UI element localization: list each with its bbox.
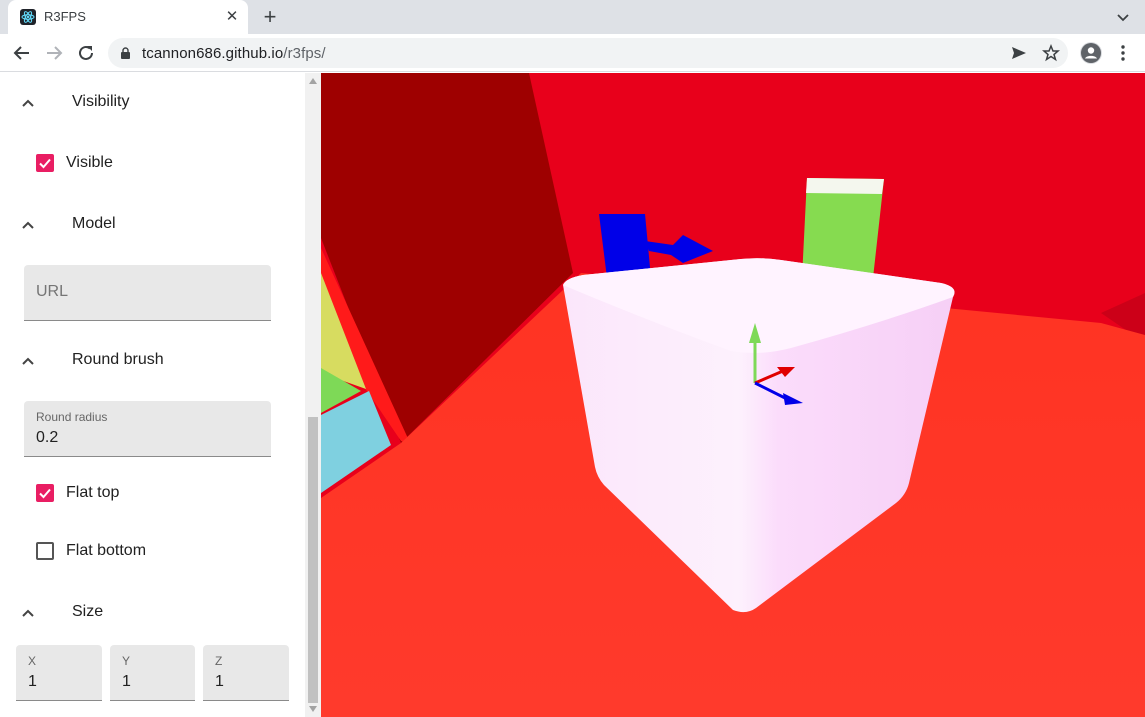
size-x-field[interactable]: X 1 <box>16 645 102 701</box>
properties-panel: Visibility Visible Model URL Round brush… <box>0 73 305 717</box>
section-size-header[interactable]: Size <box>0 593 305 633</box>
size-y-field[interactable]: Y 1 <box>110 645 195 701</box>
react-logo-icon <box>20 9 36 25</box>
url-placeholder: URL <box>36 283 69 300</box>
chevron-up-icon[interactable] <box>20 96 36 110</box>
chevron-up-icon[interactable] <box>20 218 36 232</box>
url-field[interactable]: URL <box>24 265 271 321</box>
flat-top-label: Flat top <box>66 484 120 501</box>
size-z-label: Z <box>215 654 223 668</box>
star-icon[interactable] <box>1042 44 1060 62</box>
chevron-up-icon[interactable] <box>20 606 36 620</box>
forward-icon[interactable] <box>43 42 65 64</box>
flat-top-checkbox[interactable] <box>36 484 54 502</box>
round-radius-value: 0.2 <box>36 429 59 446</box>
more-vert-icon[interactable] <box>1114 43 1132 63</box>
section-title: Visibility <box>72 93 130 110</box>
round-radius-field[interactable]: Round radius 0.2 <box>24 401 271 457</box>
3d-viewport[interactable] <box>321 73 1145 717</box>
new-tab-icon[interactable]: + <box>260 6 280 28</box>
size-y-label: Y <box>122 654 131 668</box>
round-radius-label: Round radius <box>36 410 108 424</box>
size-z-value: 1 <box>215 673 224 690</box>
check-icon <box>39 158 51 169</box>
check-icon <box>39 488 51 499</box>
chevron-down-icon[interactable] <box>1114 8 1132 26</box>
section-title: Round brush <box>72 351 164 368</box>
close-tab-icon[interactable]: ✕ <box>224 9 240 25</box>
flat-bottom-checkbox[interactable] <box>36 542 54 560</box>
scrollbar-thumb[interactable] <box>308 417 318 703</box>
size-y-value: 1 <box>122 673 131 690</box>
size-x-label: X <box>28 654 37 668</box>
panel-scrollbar[interactable] <box>305 73 321 717</box>
lock-icon[interactable] <box>120 47 131 59</box>
scroll-up-arrow-icon[interactable] <box>309 78 317 84</box>
browser-toolbar: tcannon686.github.io/r3fps/ <box>0 34 1145 72</box>
scene-canvas[interactable] <box>321 73 1145 717</box>
back-icon[interactable] <box>11 42 33 64</box>
section-model-header[interactable]: Model <box>0 205 305 245</box>
size-x-value: 1 <box>28 673 37 690</box>
address-bar[interactable]: tcannon686.github.io/r3fps/ <box>108 38 1068 68</box>
green-block-top <box>806 178 884 194</box>
tab-title: R3FPS <box>44 9 86 24</box>
visible-label: Visible <box>66 154 113 171</box>
section-title: Model <box>72 215 116 232</box>
browser-tab[interactable]: R3FPS ✕ <box>8 0 248 34</box>
flat-bottom-label: Flat bottom <box>66 542 147 559</box>
scroll-down-arrow-icon[interactable] <box>309 706 317 712</box>
tab-strip: R3FPS ✕ + <box>0 0 1145 34</box>
send-icon[interactable] <box>1010 44 1028 62</box>
reload-icon[interactable] <box>75 42 97 64</box>
size-z-field[interactable]: Z 1 <box>203 645 289 701</box>
visible-checkbox[interactable] <box>36 154 54 172</box>
section-visibility-header[interactable]: Visibility <box>0 83 305 123</box>
section-round-brush-header[interactable]: Round brush <box>0 341 305 381</box>
blue-block <box>599 214 651 278</box>
url-host: tcannon686.github.io <box>142 45 284 62</box>
section-title: Size <box>72 603 104 620</box>
url-path: /r3fps/ <box>283 45 326 62</box>
chevron-up-icon[interactable] <box>20 354 36 368</box>
profile-avatar-icon[interactable] <box>1080 42 1102 64</box>
url-text[interactable]: tcannon686.github.io/r3fps/ <box>142 45 326 62</box>
